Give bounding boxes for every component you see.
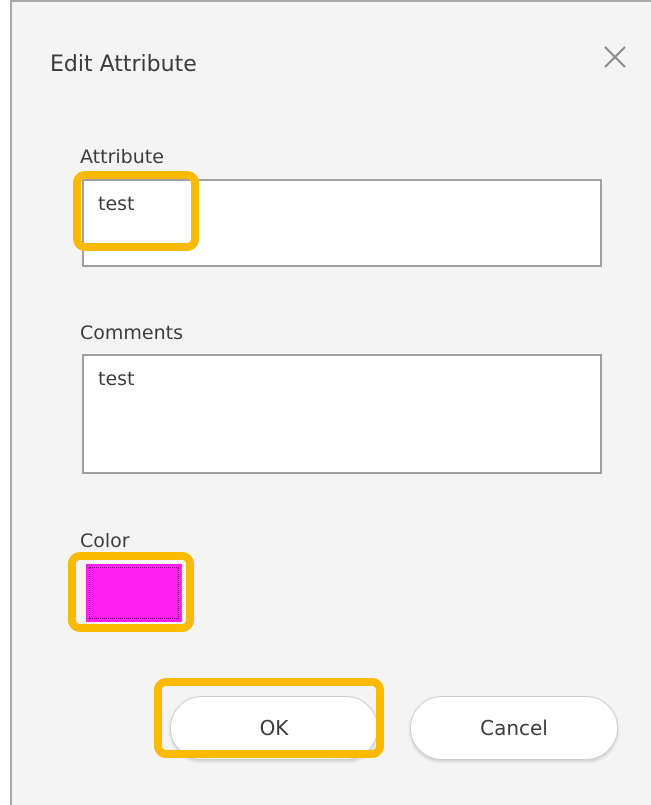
dialog-title: Edit Attribute xyxy=(50,52,197,77)
comments-label: Comments xyxy=(80,322,183,344)
edit-attribute-dialog: Edit Attribute Attribute test Comments t… xyxy=(10,0,651,805)
color-label: Color xyxy=(80,530,130,552)
color-swatch[interactable] xyxy=(86,564,182,622)
attribute-label: Attribute xyxy=(80,146,164,168)
attribute-input[interactable]: test xyxy=(82,179,602,267)
ok-button[interactable]: OK xyxy=(170,696,378,760)
comments-input[interactable]: test xyxy=(82,354,602,474)
close-icon[interactable] xyxy=(602,44,628,70)
cancel-button[interactable]: Cancel xyxy=(410,696,618,760)
